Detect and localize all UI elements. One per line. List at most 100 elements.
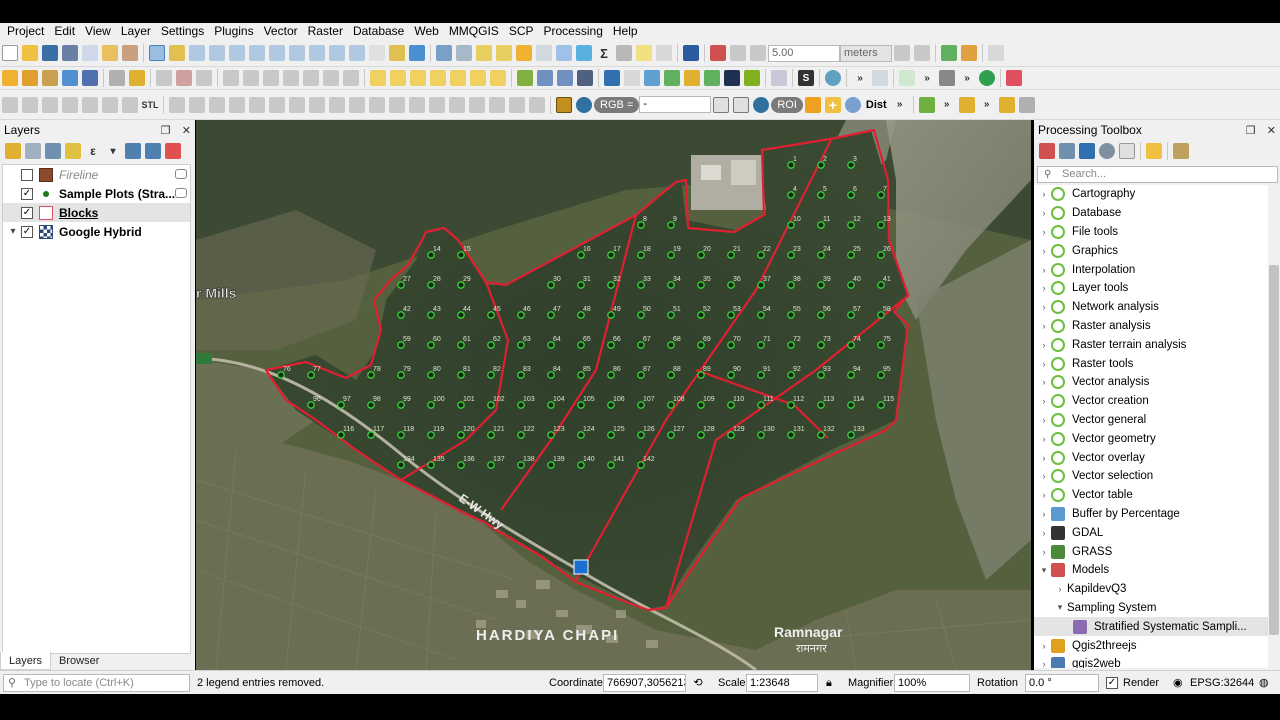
add-raster-icon[interactable]: [62, 70, 78, 86]
expand-all-icon[interactable]: [125, 143, 141, 159]
select-value-icon[interactable]: [496, 45, 512, 61]
toolbox-item-interpolation[interactable]: › Interpolation: [1034, 260, 1280, 279]
new-project-icon[interactable]: [2, 45, 18, 61]
menu-edit[interactable]: Edit: [49, 23, 80, 40]
toolbox-item-file-tools[interactable]: › File tools: [1034, 223, 1280, 242]
chevron-right-icon[interactable]: ›: [1037, 265, 1051, 275]
chevron-right-icon[interactable]: ›: [1037, 302, 1051, 312]
zoom-in-icon[interactable]: [189, 45, 205, 61]
toolbox-item-vector-general[interactable]: › Vector general: [1034, 411, 1280, 430]
text-annotation-icon[interactable]: [656, 45, 672, 61]
shape-tool-1-icon[interactable]: [169, 96, 185, 113]
extents-toggle-icon[interactable]: ⟲: [690, 674, 706, 692]
map-tips-icon[interactable]: [636, 45, 652, 61]
crs-globe-icon[interactable]: ◉: [1173, 674, 1183, 692]
shape-tool-17-icon[interactable]: [489, 96, 505, 113]
zoom-selection-icon[interactable]: [269, 45, 285, 61]
chevron-right-icon[interactable]: ›: [1037, 208, 1051, 218]
layer-checkbox[interactable]: ✓: [21, 225, 33, 238]
misc-plugin-icon[interactable]: [899, 70, 915, 86]
close-panel-icon[interactable]: ✕: [1267, 125, 1276, 137]
avoid-overlap-icon[interactable]: [914, 45, 930, 61]
toolbox-item-vector-creation[interactable]: › Vector creation: [1034, 392, 1280, 411]
lock-scale-icon[interactable]: 🔒︎: [826, 674, 832, 692]
layer-row-sample-plots[interactable]: ✓ Sample Plots (Stra...: [3, 184, 190, 203]
attribute-table-icon[interactable]: [536, 45, 552, 61]
layer-checkbox[interactable]: ✓: [21, 206, 33, 219]
toolbox-item-qgis2threejs[interactable]: › Qgis2threejs: [1034, 636, 1280, 655]
misc-end-icon[interactable]: [1018, 96, 1035, 113]
chevron-down-icon[interactable]: ▾: [1037, 565, 1051, 576]
toolbox-item-vector-analysis[interactable]: › Vector analysis: [1034, 373, 1280, 392]
menu-plugins[interactable]: Plugins: [209, 23, 258, 40]
history-icon[interactable]: [1059, 143, 1075, 159]
label-tool-4-icon[interactable]: [430, 70, 446, 86]
shape-tool-8-icon[interactable]: [309, 96, 325, 113]
rgb-select[interactable]: -: [639, 96, 712, 113]
table-tool-icon[interactable]: [918, 96, 935, 113]
processing-icon[interactable]: [576, 45, 592, 61]
filter-expression-icon[interactable]: ε: [85, 143, 101, 159]
add-group-icon[interactable]: [25, 143, 41, 159]
shape-tool-18-icon[interactable]: [509, 96, 525, 113]
remove-layer-icon[interactable]: [165, 143, 181, 159]
style-manager-icon[interactable]: [122, 45, 138, 61]
label-tool-7-icon[interactable]: [490, 70, 506, 86]
edit-tool-icon[interactable]: [998, 96, 1015, 113]
tab-layers[interactable]: Layers: [0, 652, 52, 670]
close-panel-icon[interactable]: ✕: [182, 125, 191, 137]
toolbox-item-qgis2web[interactable]: › qgis2web: [1034, 655, 1280, 668]
scp-redo-icon[interactable]: [844, 96, 861, 113]
pan-to-selection-icon[interactable]: [169, 45, 185, 61]
shape-tool-11-icon[interactable]: [369, 96, 385, 113]
edit-features-icon[interactable]: [1119, 143, 1135, 159]
action-icon[interactable]: [456, 45, 472, 61]
adv-digitize-1-icon[interactable]: [2, 96, 18, 113]
rotation-field[interactable]: 0.0 °: [1025, 674, 1099, 692]
shape-tool-10-icon[interactable]: [349, 96, 365, 113]
toolbox-scrollbar[interactable]: [1268, 185, 1280, 668]
crs-label[interactable]: EPSG:32644: [1190, 674, 1254, 692]
style-layer-icon[interactable]: [5, 143, 21, 159]
filter-legend-icon[interactable]: [65, 143, 81, 159]
scp-tool-3-icon[interactable]: [684, 70, 700, 86]
pan-icon[interactable]: [149, 45, 165, 61]
toggle-editing-icon[interactable]: [129, 70, 145, 86]
adv-digitize-4-icon[interactable]: [62, 96, 78, 113]
add-feature-icon[interactable]: [176, 70, 192, 86]
globe-3-icon[interactable]: [577, 70, 593, 86]
misc-tool-icon[interactable]: [988, 45, 1004, 61]
chevron-right-icon[interactable]: ›: [1037, 377, 1051, 387]
s-plugin-icon[interactable]: S: [798, 70, 814, 86]
toolbox-item-models[interactable]: ▾ Models: [1034, 561, 1280, 580]
messages-icon[interactable]: ◍: [1259, 674, 1269, 692]
layer-checkbox[interactable]: [21, 168, 33, 181]
chevron-right-icon[interactable]: ›: [1037, 246, 1051, 256]
layer-indicator-icon[interactable]: [175, 188, 187, 198]
bookmark-icon[interactable]: [389, 45, 405, 61]
chevron-right-icon[interactable]: ›: [1037, 283, 1051, 293]
menu-scp[interactable]: SCP: [504, 23, 539, 40]
chevron-right-icon[interactable]: ›: [1037, 434, 1051, 444]
cut-features-icon[interactable]: [263, 70, 279, 86]
toolbox-item-layer-tools[interactable]: › Layer tools: [1034, 279, 1280, 298]
menu-project[interactable]: Project: [2, 23, 49, 40]
options-wrench-icon[interactable]: [1173, 143, 1189, 159]
plus-icon[interactable]: +: [824, 96, 841, 113]
snap-tolerance-field[interactable]: 5.00: [768, 44, 840, 62]
undo-icon[interactable]: [323, 70, 339, 86]
menu-vector[interactable]: Vector: [259, 23, 303, 40]
trace-icon[interactable]: [894, 45, 910, 61]
map-marker-icon[interactable]: [573, 559, 589, 575]
zoom-layer-icon[interactable]: [289, 45, 305, 61]
chevron-right-icon[interactable]: ›: [1037, 471, 1051, 481]
menu-help[interactable]: Help: [608, 23, 643, 40]
shape-tool-6-icon[interactable]: [269, 96, 285, 113]
chevron-right-icon[interactable]: ›: [1037, 490, 1051, 500]
plugin-tool-icon[interactable]: [961, 45, 977, 61]
zoom-rubber-icon[interactable]: [229, 45, 245, 61]
save-project-icon[interactable]: [42, 45, 58, 61]
scp-tool-1-icon[interactable]: [644, 70, 660, 86]
coordinate-field[interactable]: 766907,3056213: [603, 674, 686, 692]
field-calc-icon[interactable]: [556, 45, 572, 61]
